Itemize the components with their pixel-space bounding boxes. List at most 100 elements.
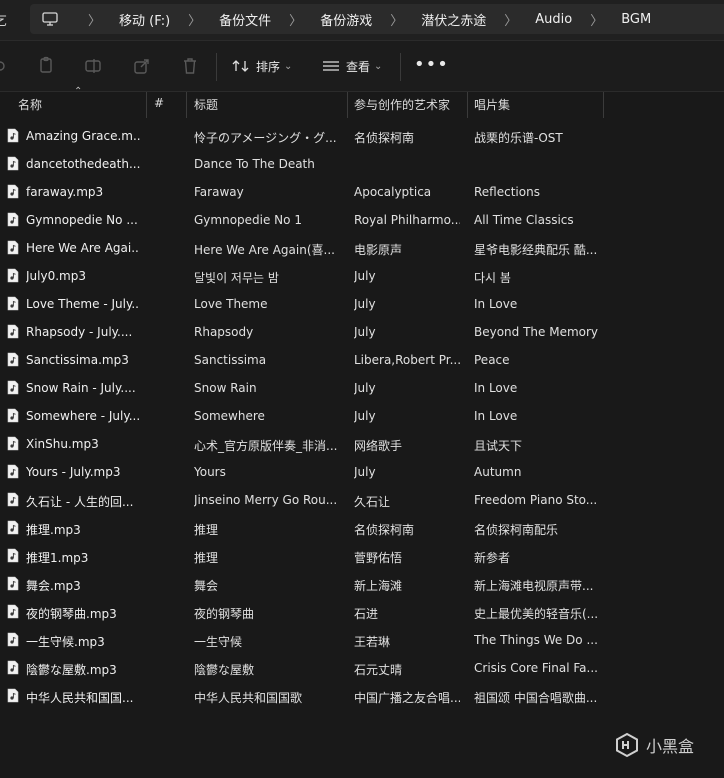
file-album: Crisis Core Final Fa...	[474, 661, 598, 675]
column-header-name[interactable]: 名称	[18, 96, 42, 113]
file-row[interactable]: Amazing Grace.m... 怜子のアメージング・グ... 名侦探柯南 战栗的…	[0, 122, 724, 150]
chevron-right-icon[interactable]: 〉	[504, 10, 517, 29]
file-artist: 名侦探柯南	[354, 131, 415, 145]
file-title: 心术_官方原版伴奏_非消...	[194, 439, 338, 453]
file-row[interactable]: Sanctissima.mp3 Sanctissima Libera,Robert …	[0, 346, 724, 374]
view-list-icon	[323, 61, 339, 71]
file-artist: Royal Philharmo...	[354, 213, 460, 227]
file-row[interactable]: 夜的钢琴曲.mp3 夜的钢琴曲 石进 史上最优美的轻音乐(...	[0, 598, 724, 626]
column-resize-handle[interactable]	[603, 92, 604, 118]
file-artist: 新上海滩	[354, 579, 403, 593]
view-label: 查看	[346, 59, 371, 74]
copy-icon[interactable]	[36, 56, 56, 76]
file-artist: July	[354, 465, 376, 479]
file-row[interactable]: 舞会.mp3 舞会 新上海滩 新上海滩电视原声带...	[0, 570, 724, 598]
file-artist: July	[354, 297, 376, 311]
file-name: Amazing Grace.m...	[26, 129, 140, 143]
file-name: Sanctissima.mp3	[26, 353, 129, 367]
file-row[interactable]: Rhapsody - July.... Rhapsody July Beyond Th…	[0, 318, 724, 346]
file-row[interactable]: 一生守候.mp3 一生守候 王若琳 The Things We Do ...	[0, 626, 724, 654]
file-row[interactable]: July0.mp3 달빛이 저무는 밤 July 다시 봄	[0, 262, 724, 290]
column-resize-handle[interactable]	[186, 92, 187, 118]
file-row[interactable]: Here We Are Agai... Here We Are Again(喜..…	[0, 234, 724, 262]
file-name: 推理1.mp3	[26, 551, 89, 565]
file-album: 史上最优美的轻音乐(...	[474, 607, 599, 621]
chevron-right-icon[interactable]: 〉	[188, 10, 201, 29]
file-name: 中华人民共和国国...	[26, 691, 134, 705]
file-row[interactable]: 推理1.mp3 推理 菅野佑悟 新参者	[0, 542, 724, 570]
file-name: Here We Are Agai...	[26, 241, 140, 255]
file-row[interactable]: XinShu.mp3 心术_官方原版伴奏_非消... 网络歌手 且试天下	[0, 430, 724, 458]
file-row[interactable]: 推理.mp3 推理 名侦探柯南 名侦探柯南配乐	[0, 514, 724, 542]
file-row[interactable]: Love Theme - July... Love Theme July In Lov…	[0, 290, 724, 318]
toolbar-divider	[400, 53, 401, 81]
file-name: 一生守候.mp3	[26, 635, 105, 649]
breadcrumb-item-backup-files[interactable]: 备份文件	[219, 10, 271, 29]
cut-icon[interactable]	[0, 56, 12, 76]
file-row[interactable]: Snow Rain - July.... Snow Rain July In Love	[0, 374, 724, 402]
chevron-right-icon[interactable]: 〉	[390, 10, 403, 29]
column-header-album[interactable]: 唱片集	[474, 96, 510, 113]
file-row[interactable]: dancetothedeath.... Dance To The Death	[0, 150, 724, 178]
column-header-artists[interactable]: 参与创作的艺术家	[354, 96, 450, 113]
audio-file-icon	[7, 492, 19, 507]
column-header-title[interactable]: 标题	[194, 96, 218, 113]
file-name: Love Theme - July...	[26, 297, 140, 311]
file-title: Here We Are Again(喜...	[194, 243, 335, 257]
file-title: 夜的钢琴曲	[194, 607, 255, 621]
file-row[interactable]: faraway.mp3 Faraway Apocalyptica Reflection…	[0, 178, 724, 206]
file-name: XinShu.mp3	[26, 437, 99, 451]
column-resize-handle[interactable]	[347, 92, 348, 118]
file-album: In Love	[474, 297, 518, 311]
breadcrumb-item-backup-games[interactable]: 备份游戏	[320, 10, 372, 29]
file-artist: July	[354, 381, 376, 395]
file-name: Somewhere - July....	[26, 409, 140, 423]
chevron-right-icon[interactable]: 〉	[590, 10, 603, 29]
delete-icon[interactable]	[180, 56, 200, 76]
audio-file-icon	[7, 296, 19, 311]
file-row[interactable]: Somewhere - July.... Somewhere July In Love	[0, 402, 724, 430]
file-name: 舞会.mp3	[26, 579, 81, 593]
view-button[interactable]: 查看 ⌄	[322, 55, 382, 77]
breadcrumb-item-bgm[interactable]: BGM	[621, 12, 651, 27]
file-artist: 石元丈晴	[354, 663, 403, 677]
file-title: 一生守候	[194, 635, 243, 649]
file-title: 달빛이 저무는 밤	[194, 271, 279, 285]
column-resize-handle[interactable]	[467, 92, 468, 118]
file-title: 舞会	[194, 579, 219, 593]
file-row[interactable]: 久石让 - 人生的回... Jinseino Merry Go Rou... 久石让…	[0, 486, 724, 514]
audio-file-icon	[7, 604, 19, 619]
file-row[interactable]: 中华人民共和国国... 中华人民共和国国歌 中国广播之友合唱... 祖国颂 中国合唱歌…	[0, 682, 724, 710]
chevron-right-icon[interactable]: 〉	[88, 10, 101, 29]
file-title: Gymnopedie No 1	[194, 213, 302, 227]
file-artist: 中国广播之友合唱...	[354, 691, 460, 705]
audio-file-icon	[7, 352, 19, 367]
column-header-row: ⌃ 名称 # 标题 参与创作的艺术家 唱片集	[0, 86, 724, 118]
chevron-right-icon[interactable]: 〉	[289, 10, 302, 29]
file-album: Beyond The Memory	[474, 325, 599, 339]
share-icon[interactable]	[132, 56, 152, 76]
chevron-down-icon: ⌄	[284, 60, 293, 72]
file-row[interactable]: Yours - July.mp3 Yours July Autumn	[0, 458, 724, 486]
file-row[interactable]: Gymnopedie No ... Gymnopedie No 1 Royal Ph…	[0, 206, 724, 234]
audio-file-icon	[7, 436, 19, 451]
audio-file-icon	[7, 380, 19, 395]
rename-icon[interactable]	[84, 56, 104, 76]
file-title: Faraway	[194, 185, 244, 199]
breadcrumb-item-drive[interactable]: 移动 (F:)	[119, 10, 170, 29]
file-row[interactable]: 陰鬱な屋敷.mp3 陰鬱な屋敷 石元丈晴 Crisis Core Final Fa..…	[0, 654, 724, 682]
chevron-down-icon: ⌄	[374, 60, 383, 72]
sort-ascending-icon: ⌃	[74, 86, 83, 97]
file-album: All Time Classics	[474, 213, 574, 227]
file-album: 祖国颂 中国合唱歌曲...	[474, 691, 598, 705]
sort-button[interactable]: 排序 ⌄	[232, 55, 292, 77]
monitor-icon[interactable]	[42, 11, 58, 27]
audio-file-icon	[7, 632, 19, 647]
more-options-icon[interactable]: •••	[414, 54, 449, 75]
breadcrumb-item-game[interactable]: 潜伏之赤途	[421, 10, 486, 29]
audio-file-icon	[7, 240, 19, 255]
breadcrumb-item-audio[interactable]: Audio	[535, 12, 572, 27]
column-header-number[interactable]: #	[154, 96, 164, 110]
audio-file-icon	[7, 464, 19, 479]
column-resize-handle[interactable]	[146, 92, 147, 118]
